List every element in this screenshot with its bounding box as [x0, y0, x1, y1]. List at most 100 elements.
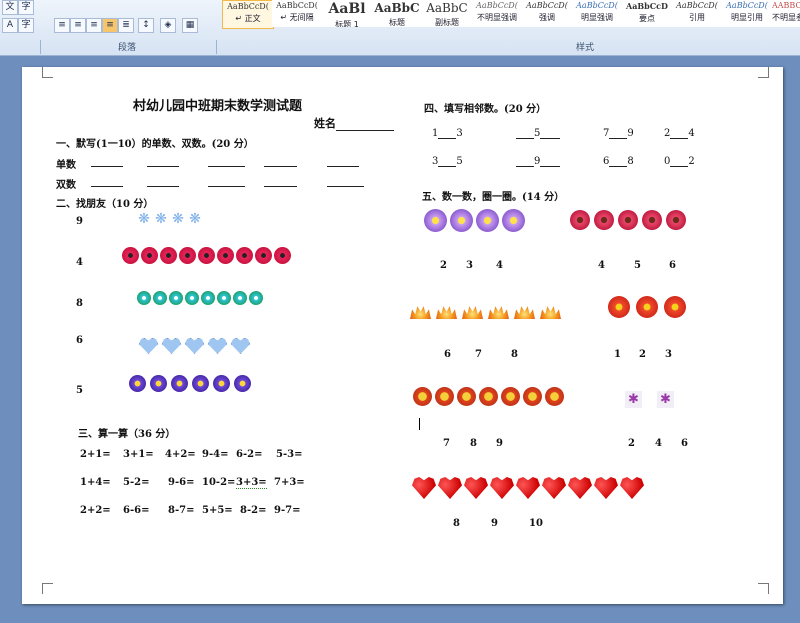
- style-subtle-reference[interactable]: AABBCCD 不明显参: [772, 0, 800, 27]
- style-name: 明显引用: [731, 13, 763, 22]
- style-name: 不明显参: [772, 13, 800, 22]
- red-flower-group: [608, 296, 686, 318]
- style-intense-emphasis[interactable]: AaBbCcD(明显强调: [572, 0, 623, 27]
- style-quote[interactable]: AaBbCcD(引用: [672, 0, 723, 27]
- style-subtle-emphasis[interactable]: AaBbCcD(不明显强调: [472, 0, 523, 27]
- shading-icon[interactable]: ◈: [160, 18, 176, 33]
- answer-blank[interactable]: [91, 177, 123, 187]
- style-no-spacing[interactable]: AaBbCcD(↵ 无间隔: [272, 0, 323, 27]
- align-right-icon[interactable]: ≡: [86, 18, 102, 33]
- red-heart-icon: [594, 477, 618, 499]
- justify-icon[interactable]: ≡: [102, 18, 118, 33]
- orange-leaf-icon: [540, 306, 561, 319]
- count-option[interactable]: 2: [639, 349, 646, 360]
- star-flower-row: ❋ ❋ ❋ ❋: [137, 212, 202, 226]
- crop-mark: [42, 583, 53, 594]
- equation: 6-6=: [123, 505, 150, 516]
- char-border-button[interactable]: 字: [18, 18, 34, 33]
- sunflower-icon: [545, 387, 564, 406]
- count-option[interactable]: 10: [529, 518, 543, 529]
- answer-blank[interactable]: [264, 177, 297, 187]
- name-blank[interactable]: [336, 121, 394, 131]
- style-normal[interactable]: AaBbCcD(↵ 正文: [222, 0, 274, 29]
- align-left-icon[interactable]: ≡: [54, 18, 70, 33]
- answer-blank[interactable]: [147, 157, 179, 167]
- sunflower-group: [413, 387, 564, 406]
- match-number: 9: [76, 216, 83, 227]
- count-option[interactable]: 2: [440, 260, 447, 271]
- name-field[interactable]: 姓名: [314, 115, 394, 131]
- line-spacing-icon[interactable]: ↕: [138, 18, 154, 33]
- red-flower-icon: [236, 247, 253, 264]
- style-sample: AaBbCcD(: [726, 1, 768, 10]
- purple-flower-icon: [234, 375, 251, 392]
- answer-blank[interactable]: [327, 177, 364, 187]
- red-flower-icon: [141, 247, 158, 264]
- phonetic-guide-button[interactable]: 文: [2, 0, 18, 15]
- count-option[interactable]: 8: [511, 349, 518, 360]
- style-name: 明显强调: [581, 13, 613, 22]
- count-option[interactable]: 4: [496, 260, 503, 271]
- style-name: 副标题: [435, 18, 459, 27]
- answer-blank[interactable]: [208, 177, 245, 187]
- match-number: 6: [76, 335, 83, 346]
- align-center-icon[interactable]: ≡: [70, 18, 86, 33]
- count-option[interactable]: 9: [491, 518, 498, 529]
- count-option[interactable]: 5: [634, 260, 641, 271]
- style-subtitle[interactable]: AaBbC 副标题: [422, 0, 473, 27]
- count-option[interactable]: 1: [614, 349, 621, 360]
- count-option[interactable]: 2: [628, 438, 635, 449]
- equation: 8-7=: [168, 505, 195, 516]
- cyan-flower-icon: [233, 291, 247, 305]
- count-option[interactable]: 6: [444, 349, 451, 360]
- count-option[interactable]: 8: [453, 518, 460, 529]
- count-option[interactable]: 7: [443, 438, 450, 449]
- count-option[interactable]: 6: [669, 260, 676, 271]
- star-tile-group: ✱ ✱: [625, 391, 674, 408]
- style-sample: AaBbCcD(: [276, 1, 318, 10]
- enclose-char-button[interactable]: 字: [18, 0, 34, 15]
- count-option[interactable]: 3: [466, 260, 473, 271]
- answer-blank[interactable]: [327, 157, 359, 167]
- char-shading-button[interactable]: A: [2, 18, 18, 33]
- red-heart-icon: [542, 477, 566, 499]
- answer-blank[interactable]: [91, 157, 123, 167]
- count-option[interactable]: 8: [470, 438, 477, 449]
- purple-flower-icon: [424, 209, 447, 232]
- style-name: 要点: [639, 14, 655, 23]
- red-heart-icon: [490, 477, 514, 499]
- count-option[interactable]: 3: [665, 349, 672, 360]
- style-strong[interactable]: AaBbCcD 要点: [622, 0, 673, 27]
- equation: 2+2=: [80, 505, 111, 516]
- style-intense-quote[interactable]: AaBbCcD( 明显引用: [722, 0, 773, 27]
- borders-icon[interactable]: ▦: [182, 18, 198, 33]
- document-page[interactable]: 村幼儿园中班期末数学测试题 姓名 一、默写(1一10）的单数、双数。(20 分）…: [22, 67, 783, 604]
- adjacent-item: 5: [516, 128, 561, 139]
- text-cursor: [419, 418, 420, 430]
- count-option[interactable]: 6: [681, 438, 688, 449]
- sunflower-icon: [457, 387, 476, 406]
- count-option[interactable]: 9: [496, 438, 503, 449]
- count-option[interactable]: 7: [475, 349, 482, 360]
- purple-star-icon: ✱: [657, 391, 674, 408]
- adjacent-item: 68: [603, 156, 634, 167]
- star-flower-icon: ❋: [138, 211, 150, 227]
- adjacent-item: 02: [664, 156, 695, 167]
- red-flower-icon: [255, 247, 272, 264]
- equation: 7+3=: [274, 477, 305, 488]
- style-emphasis[interactable]: AaBbCcD(强调: [522, 0, 573, 27]
- count-option[interactable]: 4: [655, 438, 662, 449]
- style-sample: AABBCCD: [772, 1, 800, 10]
- distributed-icon[interactable]: ≣: [118, 18, 134, 33]
- answer-blank[interactable]: [264, 157, 297, 167]
- crop-mark: [758, 67, 769, 78]
- count-option[interactable]: 4: [598, 260, 605, 271]
- odd-label: 单数: [56, 160, 76, 171]
- red-heart-group: [412, 477, 644, 499]
- orange-leaf-icon: [410, 306, 431, 319]
- blue-heart-icon: [185, 338, 204, 354]
- answer-blank[interactable]: [208, 157, 245, 167]
- answer-blank[interactable]: [147, 177, 179, 187]
- style-heading-1[interactable]: AaBl 标题 1: [322, 0, 373, 27]
- style-title[interactable]: AaBbC 标题: [372, 0, 423, 27]
